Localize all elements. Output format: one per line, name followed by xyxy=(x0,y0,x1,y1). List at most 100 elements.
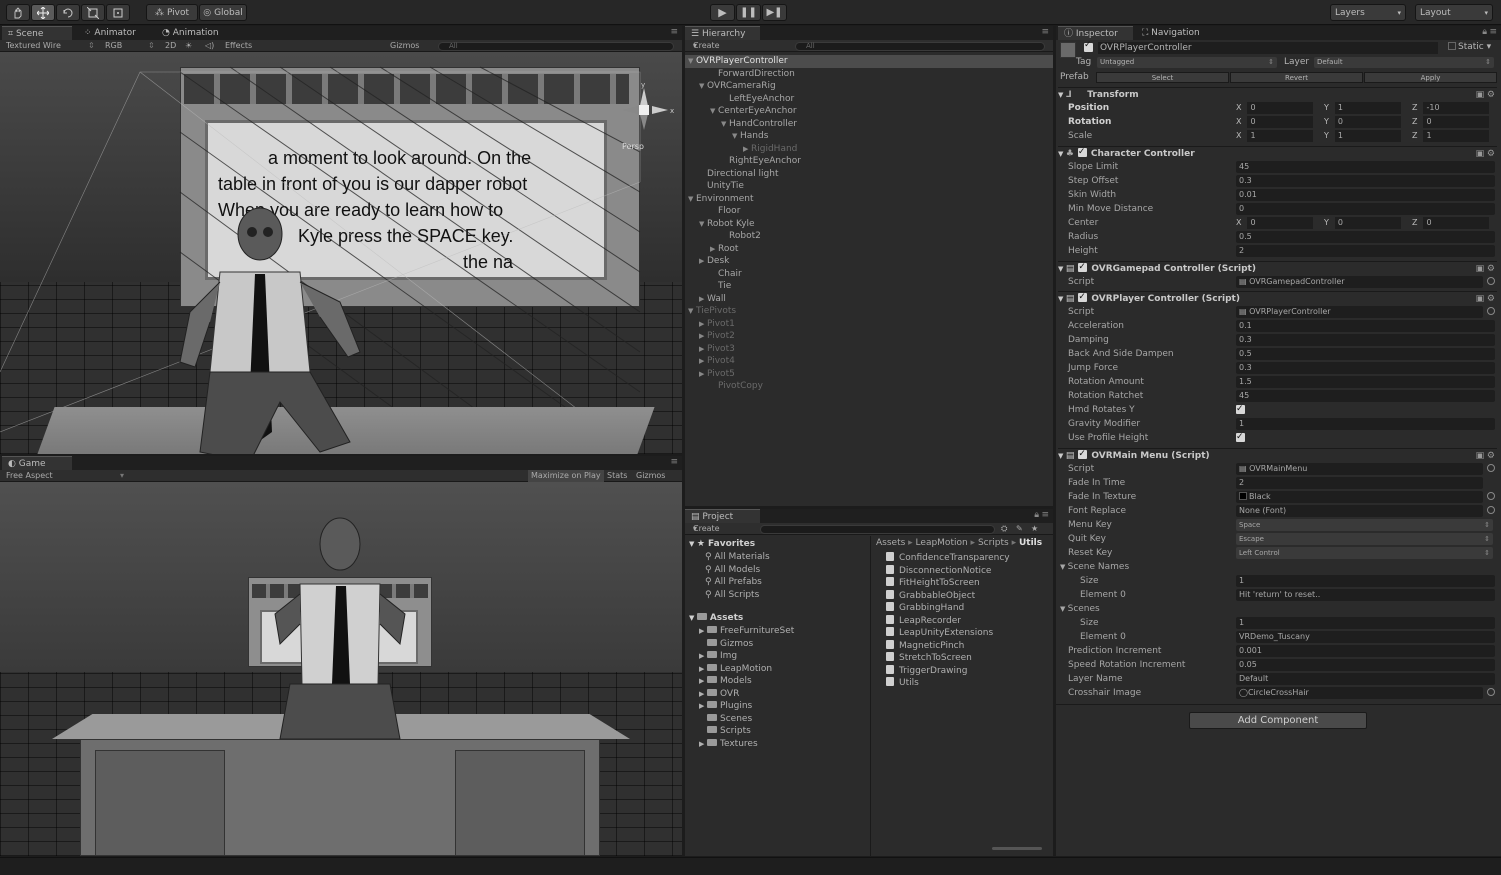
breadcrumb-item[interactable]: Scripts xyxy=(978,538,1009,548)
script-file[interactable]: MagneticPinch xyxy=(886,639,964,653)
hierarchy-row[interactable]: ▼ Hands xyxy=(685,130,1053,143)
script-file[interactable]: ConfidenceTransparency xyxy=(886,552,1010,565)
hierarchy-row[interactable]: Robot2 xyxy=(685,230,1053,243)
expand-arrow-icon[interactable]: ▶ xyxy=(699,625,707,638)
hierarchy-create-dropdown[interactable]: Create ▾ xyxy=(693,40,720,52)
ovrgamepad-header[interactable]: ▼ ▤ OVRGamepad Controller (Script) ▣ ⚙ xyxy=(1058,260,1497,276)
audio-toggle-icon[interactable]: ◁) xyxy=(205,40,214,52)
player-1-field[interactable]: 0.3 xyxy=(1236,334,1495,346)
hierarchy-row[interactable]: ▼ CenterEyeAnchor xyxy=(685,105,1053,118)
panel-menu-icon[interactable]: ≡ xyxy=(1041,510,1049,520)
hierarchy-row[interactable]: ▼ Robot Kyle xyxy=(685,218,1053,231)
prefab-apply-button[interactable]: Apply xyxy=(1364,72,1497,83)
hierarchy-row[interactable]: ▶ RigidHand xyxy=(685,143,1053,156)
ovrmainmenu-header[interactable]: ▼ ▤ OVRMain Menu (Script) ▣ ⚙ xyxy=(1058,447,1497,463)
hand-tool-button[interactable] xyxy=(6,4,30,21)
position-x-field[interactable]: X0 xyxy=(1236,102,1314,114)
object-picker-icon[interactable] xyxy=(1487,277,1495,285)
script-file[interactable]: GrabbableObject xyxy=(886,589,975,603)
asset-folder[interactable]: ▶ Img xyxy=(699,650,737,663)
object-picker-icon[interactable] xyxy=(1487,307,1495,315)
hierarchy-row[interactable]: LeftEyeAnchor xyxy=(685,93,1053,106)
speed-rotation-field[interactable]: 0.05 xyxy=(1236,659,1495,671)
center-y-field[interactable]: Y0 xyxy=(1324,217,1401,229)
tab-hierarchy[interactable]: ☰ Hierarchy xyxy=(685,26,760,40)
maximize-on-play-toggle[interactable]: Maximize on Play xyxy=(528,470,604,482)
hierarchy-row[interactable]: Floor xyxy=(685,205,1053,218)
hierarchy-row[interactable]: ▶ Wall xyxy=(685,293,1053,306)
fade-in-texture-field[interactable]: Black xyxy=(1236,491,1483,503)
expand-arrow-icon[interactable]: ▼ xyxy=(699,218,707,231)
character-controller-header[interactable]: ▼ ♣ Character Controller ▣ ⚙ xyxy=(1058,145,1497,160)
object-picker-icon[interactable] xyxy=(1487,492,1495,500)
scale-tool-button[interactable] xyxy=(81,4,105,21)
expand-arrow-icon[interactable]: ▼ xyxy=(721,118,729,131)
enabled-checkbox[interactable] xyxy=(1078,447,1088,461)
expand-arrow-icon[interactable]: ▶ xyxy=(699,368,707,381)
asset-folder[interactable]: ▶ OVR xyxy=(699,688,739,701)
player-0-field[interactable]: 0.1 xyxy=(1236,320,1495,332)
hierarchy-row[interactable]: ▶ Root xyxy=(685,243,1053,256)
scene-search-input[interactable]: All xyxy=(438,42,674,51)
script-field[interactable]: ▤ OVRMainMenu xyxy=(1236,463,1483,475)
script-file[interactable]: FitHeightToScreen xyxy=(886,577,980,590)
expand-arrow-icon[interactable]: ▶ xyxy=(699,663,707,676)
expand-arrow-icon[interactable]: ▶ xyxy=(699,688,707,701)
asset-folder[interactable]: ▶ Models xyxy=(699,675,752,688)
cc2-1-field[interactable]: 2 xyxy=(1236,245,1495,257)
expand-arrow-icon[interactable]: ▼ xyxy=(710,105,718,118)
asset-folder[interactable]: ▶ Plugins xyxy=(699,700,752,713)
expand-arrow-icon[interactable]: ▶ xyxy=(699,293,707,306)
script-field[interactable]: ▤ OVRPlayerController xyxy=(1236,306,1483,318)
expand-arrow-icon[interactable]: ▶ xyxy=(699,650,707,663)
expand-arrow-icon[interactable]: ▶ xyxy=(699,738,707,751)
play-button[interactable]: ▶ xyxy=(710,4,735,21)
hierarchy-row[interactable]: Directional light xyxy=(685,168,1053,181)
expand-arrow-icon[interactable]: ▶ xyxy=(699,355,707,368)
expand-arrow-icon[interactable]: ▶ xyxy=(710,243,718,256)
player-3-field[interactable]: 0.3 xyxy=(1236,362,1495,374)
quit-key-dropdown[interactable]: Escape ⇕ xyxy=(1236,533,1493,545)
asset-folder[interactable]: ▶ Textures xyxy=(699,738,758,751)
cc2-0-field[interactable]: 0.5 xyxy=(1236,231,1495,243)
hierarchy-row[interactable]: ▶ Pivot3 xyxy=(685,343,1053,356)
step-button[interactable]: ▶❚ xyxy=(762,4,787,21)
gear-icon[interactable]: ▣ ⚙ xyxy=(1476,88,1495,102)
aspect-dropdown[interactable]: Free Aspect xyxy=(6,470,53,482)
orientation-gizmo[interactable]: y x Persp xyxy=(612,80,676,152)
gizmos-dropdown[interactable]: Gizmos xyxy=(390,40,419,52)
tab-inspector[interactable]: ⓘ Inspector xyxy=(1058,26,1133,40)
assets-header[interactable]: ▼ Assets xyxy=(689,612,743,625)
filter-label-icon[interactable]: ✎ xyxy=(1016,523,1023,535)
favorite-star-icon[interactable]: ★ xyxy=(1031,523,1038,535)
game-viewport[interactable] xyxy=(0,482,682,856)
gravity-modifier-field[interactable]: 1 xyxy=(1236,418,1495,430)
hierarchy-row[interactable]: Tie xyxy=(685,280,1053,293)
pause-button[interactable]: ❚❚ xyxy=(736,4,761,21)
hierarchy-search-input[interactable]: All xyxy=(795,42,1045,51)
hierarchy-row[interactable]: UnityTie xyxy=(685,180,1053,193)
gear-icon[interactable]: ▣ ⚙ xyxy=(1476,262,1495,276)
position-y-field[interactable]: Y1 xyxy=(1324,102,1401,114)
cc-3-field[interactable]: 0 xyxy=(1236,203,1495,215)
tab-scene[interactable]: ⌗ Scene xyxy=(2,26,72,40)
panel-menu-icon[interactable]: ≡ xyxy=(670,457,678,467)
asset-folder[interactable]: Scripts xyxy=(699,725,751,738)
array-element-field[interactable]: Hit 'return' to reset.. xyxy=(1236,589,1495,601)
lock-icon[interactable]: 🔒︎ xyxy=(1482,27,1487,37)
expand-arrow-icon[interactable]: ▼ xyxy=(688,305,696,318)
position-z-field[interactable]: Z -10 xyxy=(1412,102,1490,114)
static-checkbox[interactable]: Static ▾ xyxy=(1448,42,1491,52)
rotation-y-field[interactable]: Y0 xyxy=(1324,116,1401,128)
hierarchy-row[interactable]: ForwardDirection xyxy=(685,68,1053,81)
asset-folder[interactable]: Scenes xyxy=(699,713,752,726)
project-create-dropdown[interactable]: Create ▾ xyxy=(693,523,720,535)
tab-animator[interactable]: ⁘ Animator xyxy=(78,26,142,40)
hierarchy-row[interactable]: ▼ OVRCameraRig xyxy=(685,80,1053,93)
transform-header[interactable]: ▼ ⅃ Transform ▣ ⚙ xyxy=(1058,87,1497,101)
script-file[interactable]: DisconnectionNotice xyxy=(886,564,991,578)
gear-icon[interactable]: ▣ ⚙ xyxy=(1476,449,1495,463)
prediction-field[interactable]: 0.001 xyxy=(1236,645,1495,657)
expand-arrow-icon[interactable]: ▶ xyxy=(699,343,707,356)
gear-icon[interactable]: ▣ ⚙ xyxy=(1476,292,1495,306)
